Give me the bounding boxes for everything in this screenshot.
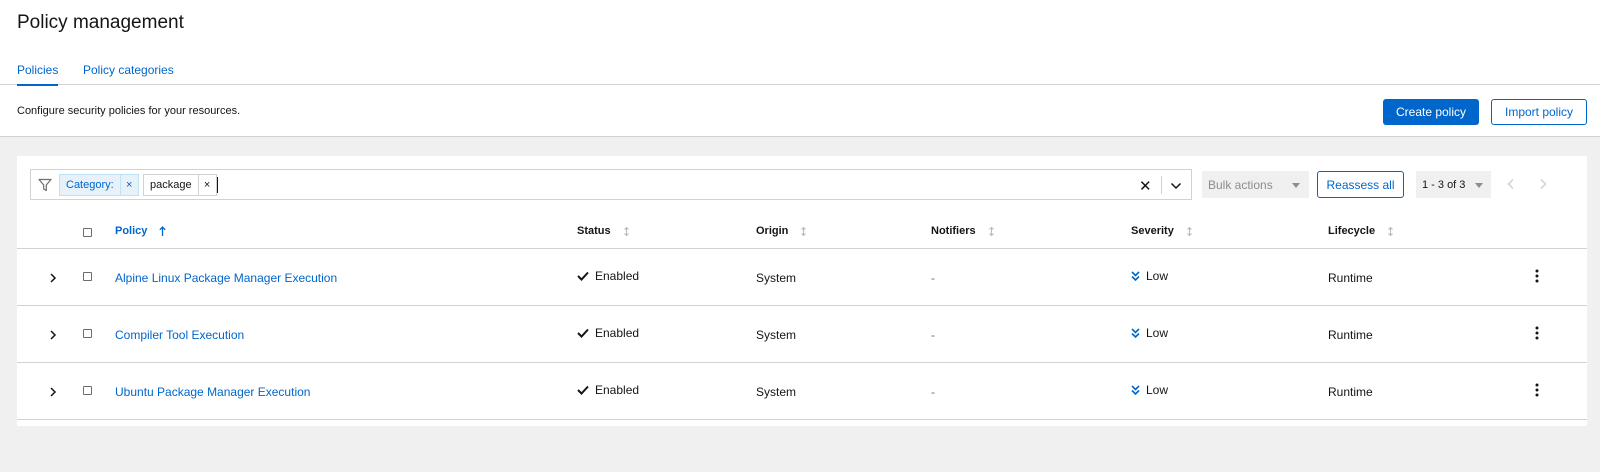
bulk-actions-label: Bulk actions <box>1208 177 1273 192</box>
chevron-right-icon[interactable] <box>48 272 58 284</box>
check-icon <box>577 271 589 281</box>
lifecycle-cell: Runtime <box>1328 328 1373 342</box>
row-checkbox[interactable] <box>83 329 92 338</box>
sort-ascending-icon <box>159 225 167 236</box>
origin-cell: System <box>756 271 797 285</box>
chevron-down-icon[interactable] <box>1169 179 1183 193</box>
double-chevron-down-icon <box>1131 384 1140 395</box>
policy-name-link[interactable]: Compiler Tool Execution <box>115 328 244 342</box>
tab-policy-categories[interactable]: Policy categories <box>83 63 174 77</box>
caret-down-icon <box>1475 183 1483 188</box>
select-all-checkbox[interactable] <box>83 228 92 237</box>
column-header-policy[interactable]: Policy <box>115 225 167 237</box>
check-icon <box>577 328 589 338</box>
notifiers-cell: - <box>931 385 935 399</box>
table-toolbar: Category: × package × ✕ Bulk actions Rea… <box>30 169 1573 201</box>
table-row: Compiler Tool Execution Enabled System -… <box>17 306 1587 363</box>
table-row: Alpine Linux Package Manager Execution E… <box>17 249 1587 306</box>
severity-cell: Low <box>1131 326 1168 340</box>
pagination-dropdown[interactable]: 1 - 3 of 3 <box>1416 171 1491 198</box>
column-header-status[interactable]: Status <box>577 225 630 237</box>
filter-chip-category: Category: × <box>59 174 139 196</box>
reassess-all-button[interactable]: Reassess all <box>1317 171 1404 198</box>
divider <box>0 136 1600 137</box>
pagination-label: 1 - 3 of 3 <box>1422 178 1466 191</box>
notifiers-cell: - <box>931 271 935 285</box>
status-cell: Enabled <box>577 383 639 397</box>
lifecycle-cell: Runtime <box>1328 271 1373 285</box>
sort-icon <box>623 226 629 236</box>
close-icon[interactable]: ✕ <box>1139 177 1152 195</box>
policies-table-card: Category: × package × ✕ Bulk actions Rea… <box>17 156 1587 426</box>
filter-icon <box>38 178 52 192</box>
sort-icon <box>1388 226 1393 236</box>
remove-chip-icon[interactable]: × <box>119 175 138 195</box>
origin-cell: System <box>756 385 797 399</box>
table-row: Ubuntu Package Manager Execution Enabled… <box>17 363 1587 420</box>
tab-bar: Policies Policy categories <box>0 56 1600 86</box>
sort-icon <box>1186 226 1192 236</box>
tab-policies[interactable]: Policies <box>17 63 59 86</box>
divider <box>1161 176 1162 194</box>
filter-chip-label: Category: <box>66 179 114 191</box>
status-cell: Enabled <box>577 269 639 283</box>
table-header: Policy Status Origin Notifiers Severity <box>17 216 1587 249</box>
page-description: Configure security policies for your res… <box>17 105 241 117</box>
page-title: Policy management <box>17 12 184 33</box>
page-header: Policy management Policies Policy catego… <box>0 0 1600 137</box>
kebab-menu-icon[interactable] <box>1534 383 1540 397</box>
severity-cell: Low <box>1131 383 1168 397</box>
column-header-lifecycle[interactable]: Lifecycle <box>1328 225 1394 237</box>
chevron-left-icon[interactable] <box>1505 177 1517 191</box>
notifiers-cell: - <box>931 328 935 342</box>
text-cursor <box>217 177 218 193</box>
filter-chip-label: package <box>150 179 192 191</box>
import-policy-button[interactable]: Import policy <box>1491 99 1587 125</box>
chevron-right-icon[interactable] <box>48 386 58 398</box>
bulk-actions-dropdown[interactable]: Bulk actions <box>1202 171 1309 198</box>
kebab-menu-icon[interactable] <box>1534 269 1540 283</box>
status-cell: Enabled <box>577 326 639 340</box>
policy-name-link[interactable]: Ubuntu Package Manager Execution <box>115 385 310 399</box>
filter-chip-package: package × <box>143 174 217 196</box>
sort-icon <box>801 226 807 236</box>
row-checkbox[interactable] <box>83 272 92 281</box>
column-header-notifiers[interactable]: Notifiers <box>931 225 995 237</box>
double-chevron-down-icon <box>1131 327 1140 338</box>
column-header-severity[interactable]: Severity <box>1131 225 1193 237</box>
origin-cell: System <box>756 328 797 342</box>
remove-chip-icon[interactable]: × <box>197 175 216 195</box>
row-checkbox[interactable] <box>83 386 92 395</box>
create-policy-button[interactable]: Create policy <box>1383 99 1479 125</box>
column-header-origin[interactable]: Origin <box>756 225 807 237</box>
sort-icon <box>988 226 994 236</box>
policy-name-link[interactable]: Alpine Linux Package Manager Execution <box>115 271 337 285</box>
search-filter-input[interactable]: Category: × package × ✕ <box>30 169 1192 200</box>
severity-cell: Low <box>1131 269 1168 283</box>
double-chevron-down-icon <box>1131 270 1140 281</box>
lifecycle-cell: Runtime <box>1328 385 1373 399</box>
check-icon <box>577 385 589 395</box>
kebab-menu-icon[interactable] <box>1534 326 1540 340</box>
chevron-right-icon[interactable] <box>1537 177 1549 191</box>
caret-down-icon <box>1292 183 1300 188</box>
chevron-right-icon[interactable] <box>48 329 58 341</box>
